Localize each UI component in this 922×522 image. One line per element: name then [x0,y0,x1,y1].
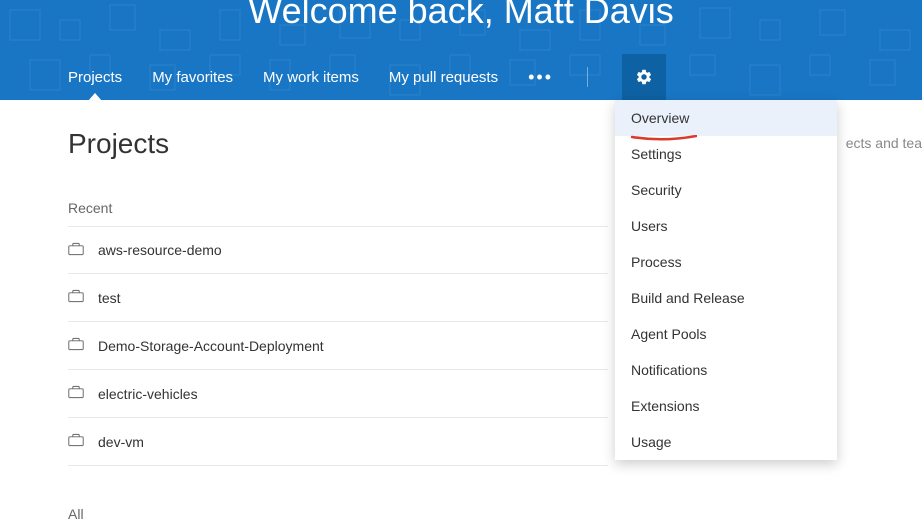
menu-notifications[interactable]: Notifications [615,352,837,388]
menu-label: Build and Release [631,290,745,306]
project-row[interactable]: aws-resource-demo [68,226,608,274]
nav-projects[interactable]: Projects [68,54,122,100]
briefcase-icon [68,337,84,354]
filter-hint: ects and tea [846,135,922,151]
menu-usage[interactable]: Usage [615,424,837,460]
menu-users[interactable]: Users [615,208,837,244]
nav-divider [587,67,588,87]
briefcase-icon [68,385,84,402]
all-label: All [68,506,922,522]
menu-settings[interactable]: Settings [615,136,837,172]
nav-work-items[interactable]: My work items [263,54,359,100]
project-name: electric-vehicles [98,386,198,402]
project-row[interactable]: Demo-Storage-Account-Deployment [68,322,608,370]
settings-gear-button[interactable] [622,54,666,100]
nav-pull-requests[interactable]: My pull requests [389,54,498,100]
project-name: Demo-Storage-Account-Deployment [98,338,324,354]
gear-icon [635,68,653,86]
menu-label: Overview [631,110,689,126]
menu-label: Agent Pools [631,326,707,342]
menu-label: Extensions [631,398,699,414]
project-name: test [98,290,121,306]
project-row[interactable]: electric-vehicles [68,370,608,418]
project-name: aws-resource-demo [98,242,222,258]
menu-label: Usage [631,434,671,450]
menu-extensions[interactable]: Extensions [615,388,837,424]
annotation-underline [631,128,697,134]
menu-process[interactable]: Process [615,244,837,280]
project-name: dev-vm [98,434,144,450]
menu-label: Notifications [631,362,707,378]
nav-favorites[interactable]: My favorites [152,54,233,100]
menu-label: Settings [631,146,682,162]
menu-overview[interactable]: Overview [615,100,837,136]
header: Welcome back, Matt Davis Projects My fav… [0,0,922,100]
briefcase-icon [68,242,84,259]
nav-more[interactable]: ••• [528,54,553,100]
menu-agent-pools[interactable]: Agent Pools [615,316,837,352]
briefcase-icon [68,289,84,306]
menu-label: Security [631,182,682,198]
briefcase-icon [68,433,84,450]
project-row[interactable]: test [68,274,608,322]
settings-dropdown: Overview Settings Security Users Process… [615,100,837,460]
project-row[interactable]: dev-vm [68,418,608,466]
menu-label: Users [631,218,668,234]
menu-security[interactable]: Security [615,172,837,208]
welcome-text: Welcome back, Matt Davis [248,0,673,32]
menu-build-release[interactable]: Build and Release [615,280,837,316]
primary-nav: Projects My favorites My work items My p… [0,54,666,100]
menu-label: Process [631,254,682,270]
